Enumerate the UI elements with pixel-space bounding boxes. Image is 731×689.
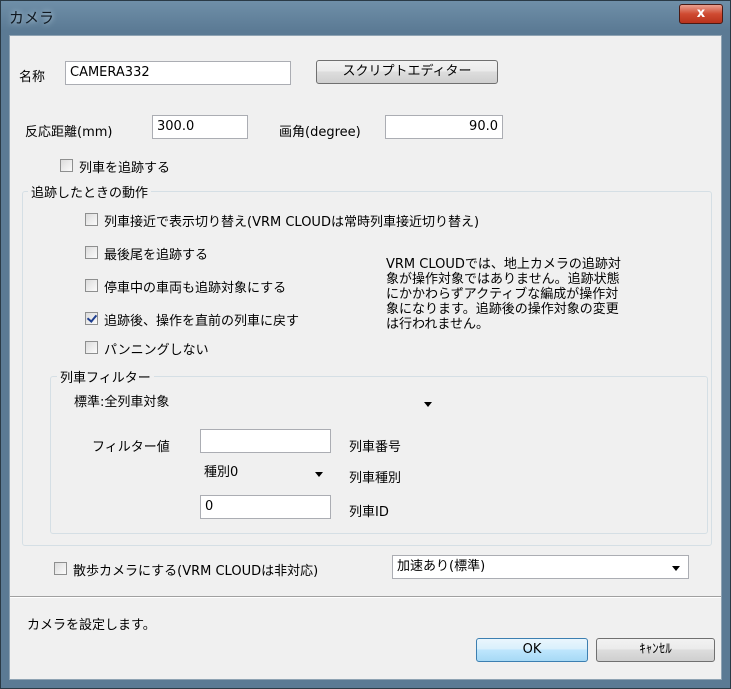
divider bbox=[10, 596, 721, 598]
checkbox-checked-icon bbox=[85, 312, 98, 325]
train-number-input[interactable] bbox=[200, 429, 331, 453]
close-icon: x bbox=[696, 6, 706, 21]
camera-dialog: カメラ x 名称 CAMERA332 スクリプトエディター 反応距離(mm) 3… bbox=[0, 0, 731, 689]
distance-input[interactable]: 300.0 bbox=[152, 115, 248, 139]
note-line: は行われません。 bbox=[386, 317, 489, 332]
note-line: VRM CLOUDでは、地上カメラの追跡対 bbox=[386, 257, 621, 272]
checkbox-icon bbox=[85, 213, 98, 226]
option-label: パンニングしない bbox=[104, 343, 209, 358]
checkbox-icon bbox=[85, 246, 98, 259]
note-line: 象になります。追跡後の操作対象の変更 bbox=[386, 302, 619, 317]
checkbox-icon bbox=[85, 279, 98, 292]
train-type-label: 列車種別 bbox=[349, 471, 402, 486]
follow-train-label: 列車を追跡する bbox=[79, 161, 171, 176]
train-number-label: 列車番号 bbox=[349, 440, 402, 455]
follow-behavior-title: 追跡したときの動作 bbox=[28, 182, 152, 201]
checkbox-icon bbox=[85, 341, 98, 354]
option-label: 最後尾を追跡する bbox=[104, 248, 209, 263]
dropdown-arrow-icon bbox=[424, 402, 432, 407]
train-type-value: 種別0 bbox=[204, 465, 239, 480]
angle-input[interactable]: 90.0 bbox=[385, 115, 503, 139]
status-text: カメラを設定します。 bbox=[27, 618, 156, 633]
checkbox-icon bbox=[54, 562, 67, 575]
option-label: 追跡後、操作を直前の列車に戻す bbox=[104, 314, 300, 329]
dialog-body: 名称 CAMERA332 スクリプトエディター 反応距離(mm) 300.0 画… bbox=[9, 35, 722, 680]
dropdown-arrow-icon bbox=[672, 566, 680, 571]
close-button[interactable]: x bbox=[679, 4, 723, 24]
option-label: 停車中の車両も追跡対象にする bbox=[104, 281, 287, 296]
option-label: 列車接近で表示切り替え(VRM CLOUDは常時列車接近切り替え) bbox=[104, 215, 480, 230]
script-editor-button[interactable]: スクリプトエディター bbox=[316, 60, 498, 84]
filter-mode-value: 標準:全列車対象 bbox=[74, 395, 170, 410]
train-id-label: 列車ID bbox=[349, 505, 389, 520]
accel-mode-value: 加速あり(標準) bbox=[397, 559, 486, 574]
ok-button[interactable]: OK bbox=[476, 638, 588, 662]
note-line: にかかわらずアクティブな編成が操作対 bbox=[386, 287, 619, 302]
name-label: 名称 bbox=[19, 70, 46, 85]
accel-mode-select[interactable]: 加速あり(標準) bbox=[392, 555, 689, 579]
dropdown-arrow-icon bbox=[315, 472, 323, 477]
title-bar[interactable]: カメラ x bbox=[1, 1, 730, 35]
cancel-button[interactable]: ｷｬﾝｾﾙ bbox=[596, 638, 715, 662]
train-filter-title: 列車フィルター bbox=[57, 367, 154, 386]
train-type-select[interactable]: 種別0 bbox=[200, 462, 331, 486]
train-id-input[interactable]: 0 bbox=[200, 495, 331, 519]
angle-label: 画角(degree) bbox=[279, 125, 361, 140]
note-line: 象が操作対象ではありません。追跡状態 bbox=[386, 272, 620, 287]
window-title: カメラ bbox=[9, 9, 55, 27]
name-input[interactable]: CAMERA332 bbox=[65, 61, 291, 85]
filter-value-label: フィルター値 bbox=[92, 440, 170, 455]
filter-mode-select[interactable]: 標準:全列車対象 bbox=[70, 392, 440, 416]
vrm-cloud-note: VRM CLOUDでは、地上カメラの追跡対 象が操作対象ではありません。追跡状態… bbox=[386, 257, 706, 332]
distance-label: 反応距離(mm) bbox=[25, 125, 113, 140]
walk-camera-label: 散歩カメラにする(VRM CLOUDは非対応) bbox=[73, 564, 319, 579]
checkbox-icon bbox=[60, 159, 73, 172]
